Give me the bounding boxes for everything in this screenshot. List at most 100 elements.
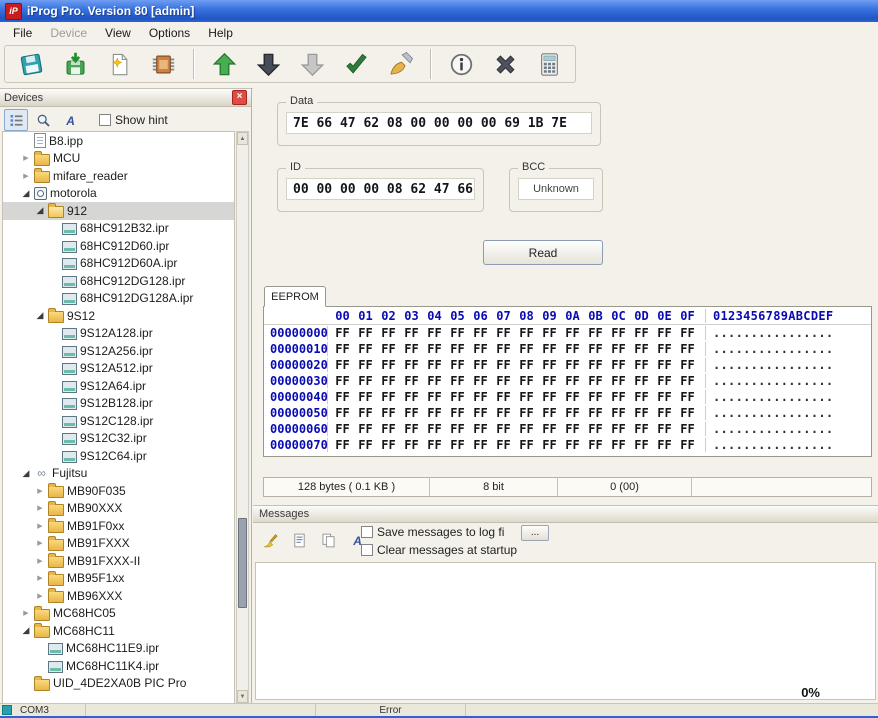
save-file-icon[interactable] xyxy=(57,47,93,81)
tree-item-68hc912dg128a-ipr[interactable]: 68HC912DG128A.ipr xyxy=(3,290,234,308)
expand-arrow-icon[interactable]: ▶ xyxy=(35,539,45,547)
hex-byte-cell[interactable]: FF xyxy=(561,326,584,340)
hex-byte-cell[interactable]: FF xyxy=(354,390,377,404)
expand-arrow-icon[interactable]: ▶ xyxy=(35,592,45,600)
hex-byte-cell[interactable]: FF xyxy=(676,374,699,388)
tree-item-mb91fxxx[interactable]: ▶ MB91FXXX xyxy=(3,535,234,553)
hex-byte-cell[interactable]: FF xyxy=(584,390,607,404)
hex-byte-cell[interactable]: FF xyxy=(492,422,515,436)
menu-options[interactable]: Options xyxy=(140,23,199,43)
tree-item-mifare-reader[interactable]: ▶ mifare_reader xyxy=(3,167,234,185)
hex-byte-cell[interactable]: FF xyxy=(331,342,354,356)
hex-byte-cell[interactable]: FF xyxy=(515,438,538,452)
hex-byte-cell[interactable]: FF xyxy=(400,374,423,388)
hex-byte-cell[interactable]: FF xyxy=(653,326,676,340)
tree-item-68hc912d60a-ipr[interactable]: 68HC912D60A.ipr xyxy=(3,255,234,273)
hex-byte-cell[interactable]: FF xyxy=(676,358,699,372)
tree-item-68hc912b32-ipr[interactable]: 68HC912B32.ipr xyxy=(3,220,234,238)
hex-byte-cell[interactable]: FF xyxy=(331,374,354,388)
hex-byte-cell[interactable]: FF xyxy=(515,406,538,420)
hex-byte-cell[interactable]: FF xyxy=(331,390,354,404)
tree-item-68hc912d60-ipr[interactable]: 68HC912D60.ipr xyxy=(3,237,234,255)
log-icon[interactable] xyxy=(287,529,311,551)
tree-item-fujitsu[interactable]: ◢ ∞ Fujitsu xyxy=(3,465,234,483)
verify-icon[interactable] xyxy=(338,47,374,81)
tree-item-mc68hc11e9-ipr[interactable]: MC68HC11E9.ipr xyxy=(3,640,234,658)
hex-byte-cell[interactable]: FF xyxy=(561,374,584,388)
hex-byte-cell[interactable]: FF xyxy=(630,374,653,388)
hex-byte-cell[interactable]: FF xyxy=(584,406,607,420)
hex-byte-cell[interactable]: FF xyxy=(400,326,423,340)
hex-byte-cell[interactable]: FF xyxy=(469,422,492,436)
hex-byte-cell[interactable]: FF xyxy=(446,326,469,340)
hex-byte-cell[interactable]: FF xyxy=(584,374,607,388)
erase-icon[interactable] xyxy=(382,47,418,81)
hex-byte-cell[interactable]: FF xyxy=(423,374,446,388)
calculator-icon[interactable] xyxy=(531,47,567,81)
hex-byte-cell[interactable]: FF xyxy=(676,326,699,340)
hex-byte-cell[interactable]: FF xyxy=(630,326,653,340)
hex-byte-cell[interactable]: FF xyxy=(400,422,423,436)
hex-byte-cell[interactable]: FF xyxy=(630,406,653,420)
hex-byte-cell[interactable]: FF xyxy=(400,342,423,356)
collapse-arrow-icon[interactable]: ◢ xyxy=(21,625,31,636)
hex-byte-cell[interactable]: FF xyxy=(515,342,538,356)
hex-byte-cell[interactable]: FF xyxy=(354,422,377,436)
tree-item-mb91f0xx[interactable]: ▶ MB91F0xx xyxy=(3,517,234,535)
hex-byte-cell[interactable]: FF xyxy=(561,342,584,356)
expand-arrow-icon[interactable]: ▶ xyxy=(35,504,45,512)
hex-byte-cell[interactable]: FF xyxy=(676,438,699,452)
expand-arrow-icon[interactable]: ▶ xyxy=(21,154,31,162)
tab-eeprom[interactable]: EEPROM xyxy=(264,286,326,307)
hex-byte-cell[interactable]: FF xyxy=(584,358,607,372)
hex-byte-cell[interactable]: FF xyxy=(515,390,538,404)
tree-item-mb90xxx[interactable]: ▶ MB90XXX xyxy=(3,500,234,518)
hex-byte-cell[interactable]: FF xyxy=(676,390,699,404)
hex-byte-cell[interactable]: FF xyxy=(607,406,630,420)
hex-byte-cell[interactable]: FF xyxy=(676,342,699,356)
tree-scrollbar[interactable]: ▲ ▼ xyxy=(236,131,249,704)
menu-device[interactable]: Device xyxy=(41,23,96,43)
tree-item-mcu[interactable]: ▶ MCU xyxy=(3,150,234,168)
hex-byte-cell[interactable]: FF xyxy=(423,422,446,436)
hex-byte-cell[interactable]: FF xyxy=(492,390,515,404)
hex-byte-cell[interactable]: FF xyxy=(354,358,377,372)
tree-item-mc68hc11[interactable]: ◢ MC68HC11 xyxy=(3,622,234,640)
hex-byte-cell[interactable]: FF xyxy=(331,438,354,452)
hex-byte-cell[interactable]: FF xyxy=(584,326,607,340)
hex-byte-cell[interactable]: FF xyxy=(469,438,492,452)
tree-item-mb91fxxx-ii[interactable]: ▶ MB91FXXX-II xyxy=(3,552,234,570)
hex-byte-cell[interactable]: FF xyxy=(538,374,561,388)
hex-byte-cell[interactable]: FF xyxy=(676,406,699,420)
tree-item-motorola[interactable]: ◢ motorola xyxy=(3,185,234,203)
show-hint-checkbox[interactable] xyxy=(99,114,111,126)
download-alt-icon[interactable] xyxy=(294,47,330,81)
hex-byte-cell[interactable]: FF xyxy=(423,358,446,372)
copy-icon[interactable] xyxy=(316,529,340,551)
hex-byte-cell[interactable]: FF xyxy=(492,438,515,452)
hex-byte-cell[interactable]: FF xyxy=(400,390,423,404)
expand-arrow-icon[interactable]: ▶ xyxy=(35,487,45,495)
scrollbar-thumb[interactable] xyxy=(238,518,247,608)
menu-view[interactable]: View xyxy=(96,23,140,43)
hex-byte-cell[interactable]: FF xyxy=(630,438,653,452)
hex-byte-cell[interactable]: FF xyxy=(377,406,400,420)
hex-byte-cell[interactable]: FF xyxy=(492,342,515,356)
hex-byte-cell[interactable]: FF xyxy=(538,326,561,340)
tree-view-icon[interactable] xyxy=(4,109,28,131)
scroll-down-icon[interactable]: ▼ xyxy=(237,690,248,703)
tree-item-9s12a64-ipr[interactable]: 9S12A64.ipr xyxy=(3,377,234,395)
hex-byte-cell[interactable]: FF xyxy=(653,422,676,436)
hex-byte-cell[interactable]: FF xyxy=(538,342,561,356)
hex-byte-cell[interactable]: FF xyxy=(469,390,492,404)
tree-item-9s12a512-ipr[interactable]: 9S12A512.ipr xyxy=(3,360,234,378)
expand-arrow-icon[interactable]: ▶ xyxy=(21,609,31,617)
cancel-icon[interactable] xyxy=(487,47,523,81)
hex-byte-cell[interactable]: FF xyxy=(607,390,630,404)
hex-byte-cell[interactable]: FF xyxy=(653,390,676,404)
hex-byte-cell[interactable]: FF xyxy=(423,326,446,340)
tree-item-b8-ipp[interactable]: B8.ipp xyxy=(3,132,234,150)
tree-item-mb95f1xx[interactable]: ▶ MB95F1xx xyxy=(3,570,234,588)
hex-byte-cell[interactable]: FF xyxy=(630,422,653,436)
tree-item-mc68hc05[interactable]: ▶ MC68HC05 xyxy=(3,605,234,623)
